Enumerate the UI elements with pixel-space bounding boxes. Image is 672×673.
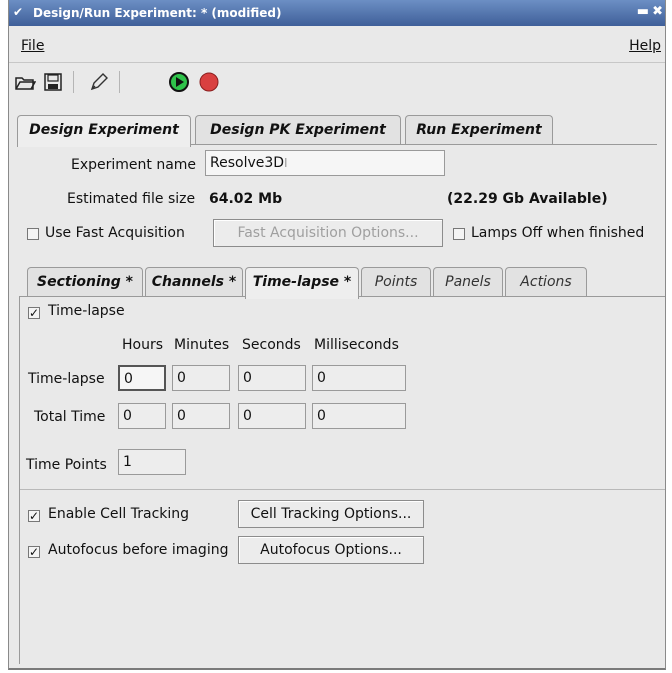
experiment-name-label: Experiment name [71, 157, 197, 173]
save-disk-icon[interactable] [41, 70, 65, 94]
total-time-minutes-field[interactable]: 0 [172, 403, 230, 429]
title-bar: ✔ Design/Run Experiment: * (modified) ▬ … [9, 0, 665, 26]
tab-sectioning[interactable]: Sectioning * [27, 267, 143, 296]
file-size-label: Estimated file size [67, 191, 196, 207]
time-lapse-minutes-field[interactable]: 0 [172, 365, 230, 391]
section-divider [20, 489, 665, 490]
run-play-icon[interactable] [167, 70, 191, 94]
tab-channels[interactable]: Channels * [145, 267, 243, 296]
total-time-seconds-field[interactable]: 0 [238, 403, 306, 429]
lamps-off-checkbox[interactable] [453, 228, 465, 240]
row-label-time-lapse: Time-lapse [28, 371, 105, 387]
experiment-window: ✔ Design/Run Experiment: * (modified) ▬ … [8, 0, 666, 670]
use-fast-acquisition-label: Use Fast Acquisition [45, 225, 185, 241]
record-stop-icon[interactable] [197, 70, 221, 94]
use-fast-acquisition-checkbox[interactable] [27, 228, 39, 240]
tab-time-lapse[interactable]: Time-lapse * [245, 267, 359, 299]
minimize-icon[interactable]: ▬ [637, 4, 649, 19]
row-label-total-time: Total Time [34, 409, 106, 425]
window-menu-icon[interactable]: ✔ [13, 5, 23, 19]
tab-run-experiment[interactable]: Run Experiment [405, 115, 553, 144]
time-lapse-seconds-field[interactable]: 0 [238, 365, 306, 391]
tab-panels[interactable]: Panels [433, 267, 503, 296]
menu-file[interactable]: File [21, 38, 44, 54]
tab-actions[interactable]: Actions [505, 267, 587, 296]
file-size-value: 64.02 Mb [209, 191, 283, 207]
time-lapse-checkbox[interactable]: ✓ [28, 307, 40, 319]
edit-pencil-icon[interactable] [87, 70, 111, 94]
col-header-hours: Hours [122, 337, 164, 353]
close-icon[interactable]: ✖ [652, 4, 663, 19]
total-time-milliseconds-field[interactable]: 0 [312, 403, 406, 429]
lamps-off-label: Lamps Off when finished [471, 225, 645, 241]
toolbar [9, 63, 665, 103]
time-lapse-milliseconds-field[interactable]: 0 [312, 365, 406, 391]
time-lapse-enable-label: Time-lapse [48, 303, 125, 319]
fast-acquisition-options-button[interactable]: Fast Acquisition Options... [213, 219, 443, 247]
time-points-label: Time Points [26, 457, 107, 473]
enable-cell-tracking-label: Enable Cell Tracking [48, 506, 190, 522]
open-folder-icon[interactable] [13, 70, 37, 94]
autofocus-before-imaging-checkbox[interactable]: ✓ [28, 546, 40, 558]
design-experiment-panel: Experiment name Resolve3DI Estimated fil… [17, 144, 657, 253]
time-points-field[interactable]: 1 [118, 449, 186, 475]
autofocus-before-imaging-label: Autofocus before imaging [48, 542, 229, 558]
enable-cell-tracking-checkbox[interactable]: ✓ [28, 510, 40, 522]
col-header-minutes: Minutes [174, 337, 230, 353]
toolbar-separator [73, 71, 74, 93]
tab-design-pk-experiment[interactable]: Design PK Experiment [195, 115, 401, 144]
available-space: (22.29 Gb Available) [447, 191, 608, 207]
cell-tracking-options-button[interactable]: Cell Tracking Options... [238, 500, 424, 528]
total-time-hours-field[interactable]: 0 [118, 403, 166, 429]
tab-points[interactable]: Points [361, 267, 431, 296]
menu-bar: File Help [9, 26, 665, 63]
window-title: Design/Run Experiment: * (modified) [33, 6, 282, 20]
experiment-name-field[interactable]: Resolve3DI [205, 150, 445, 176]
toolbar-separator [119, 71, 120, 93]
col-header-seconds: Seconds [242, 337, 301, 353]
menu-help[interactable]: Help [629, 38, 661, 54]
time-lapse-panel: ✓ Time-lapse Hours Minutes Seconds Milli… [19, 296, 665, 664]
tab-design-experiment[interactable]: Design Experiment [17, 115, 191, 147]
time-lapse-hours-field[interactable]: 0 [118, 365, 166, 391]
autofocus-options-button[interactable]: Autofocus Options... [238, 536, 424, 564]
col-header-milliseconds: Milliseconds [314, 337, 399, 353]
